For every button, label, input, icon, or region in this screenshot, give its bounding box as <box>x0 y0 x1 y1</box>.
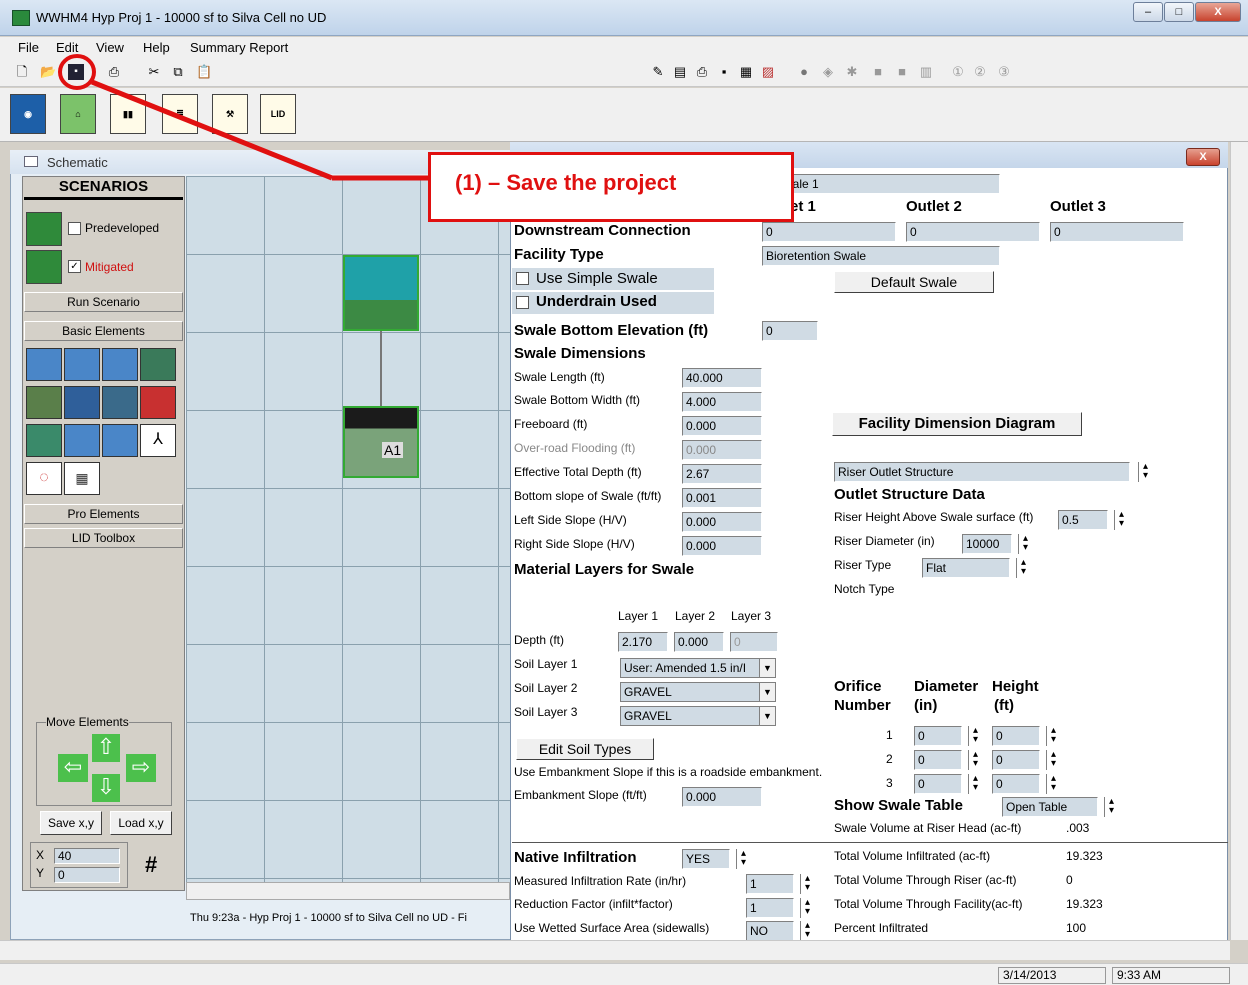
status-time: 9:33 AM <box>1112 967 1230 984</box>
vertical-scrollbar[interactable] <box>1230 142 1248 940</box>
annotation-callout <box>58 54 428 181</box>
horizontal-scrollbar[interactable] <box>0 940 1230 960</box>
status-date: 3/14/2013 <box>998 967 1106 984</box>
status-bar: 3/14/2013 9:33 AM <box>0 963 1248 985</box>
